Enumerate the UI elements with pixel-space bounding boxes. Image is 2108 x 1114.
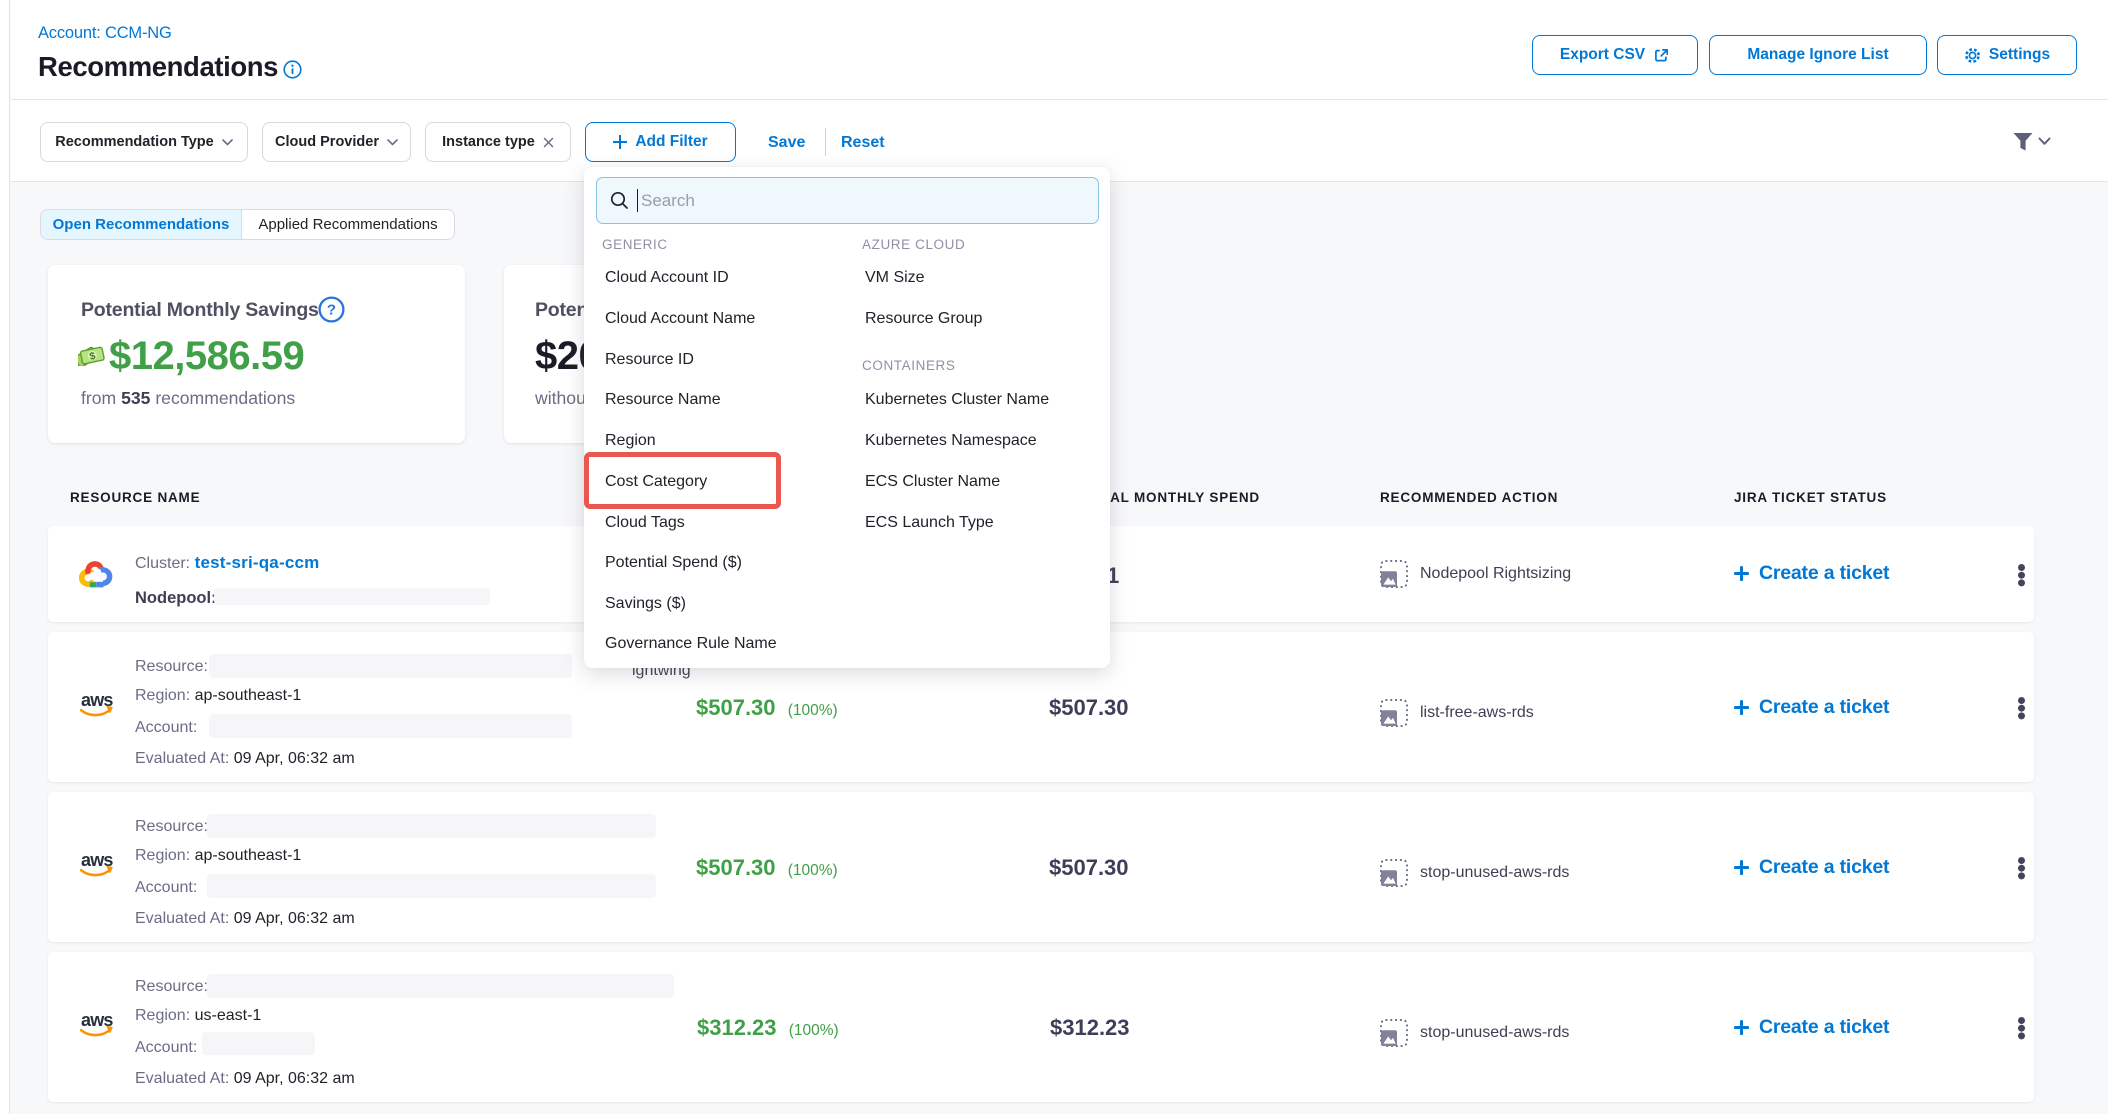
svg-text:?: ?	[327, 302, 336, 319]
